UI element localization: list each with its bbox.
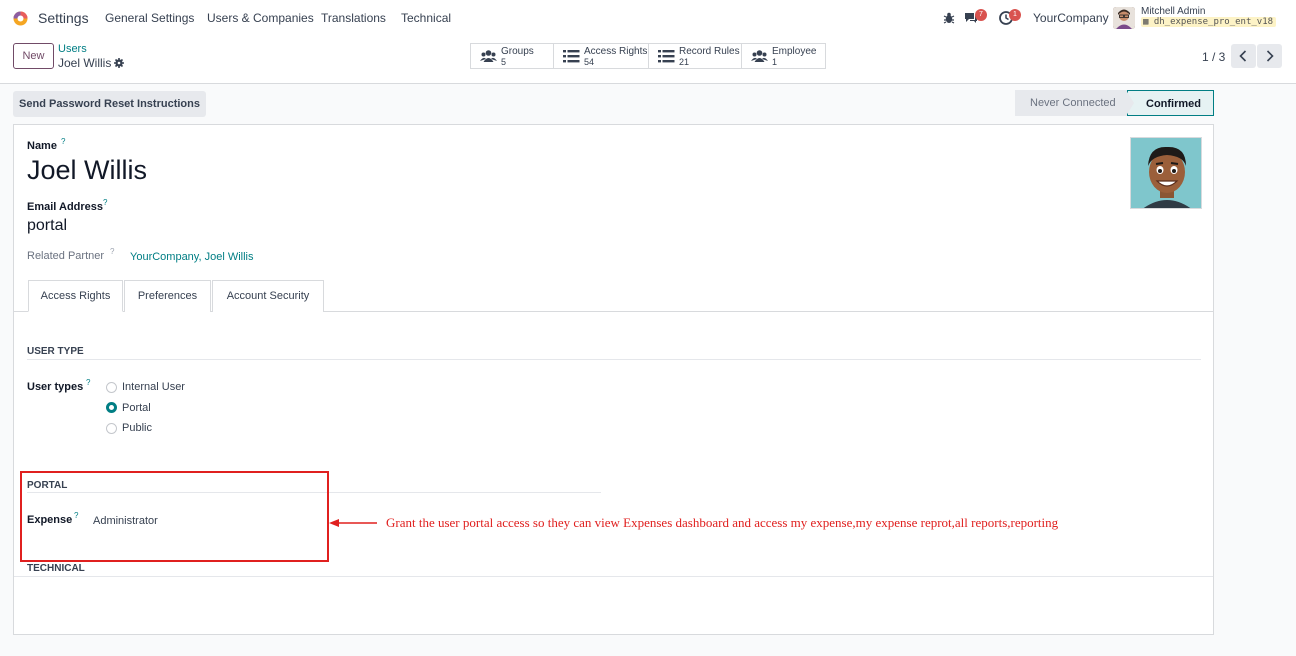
radio-internal-user[interactable] — [106, 382, 117, 393]
smart-button-groups[interactable]: Groups 5 — [470, 43, 554, 69]
breadcrumb-current: Joel Willis — [58, 56, 112, 70]
activities-badge: 1 — [1009, 9, 1021, 21]
user-avatar-icon — [1113, 7, 1135, 29]
annotation-arrow-icon — [329, 519, 377, 527]
app-logo-icon[interactable] — [12, 10, 29, 27]
smart-button-label: Employee — [772, 46, 817, 57]
smart-button-count: 5 — [501, 57, 507, 67]
smart-button-label: Groups — [501, 46, 534, 57]
user-type-section-divider — [27, 359, 1201, 360]
bug-icon[interactable] — [941, 10, 957, 26]
smart-button-count: 54 — [584, 57, 595, 67]
user-types-label: User types — [27, 381, 84, 393]
user-photo-avatar-icon — [1131, 138, 1201, 208]
menu-users-companies[interactable]: Users & Companies — [207, 11, 314, 25]
tab-preferences[interactable]: Preferences — [124, 280, 211, 312]
menu-technical[interactable]: Technical — [401, 11, 451, 25]
gear-icon[interactable] — [114, 58, 124, 68]
email-field[interactable]: portal — [27, 217, 67, 235]
smart-button-label: Record Rules — [679, 46, 740, 57]
chevron-left-icon — [1239, 50, 1247, 62]
app-title[interactable]: Settings — [38, 10, 89, 26]
user-types-help-icon[interactable]: ? — [86, 378, 90, 387]
top-navbar: Settings General Settings Users & Compan… — [0, 0, 1296, 36]
database-icon: ▦ — [1143, 17, 1149, 27]
messages-badge: 7 — [975, 9, 987, 21]
pager-value[interactable]: 1 / 3 — [1202, 50, 1225, 64]
users-icon — [751, 50, 768, 62]
user-avatar[interactable] — [1113, 7, 1135, 29]
smart-button-count: 21 — [679, 57, 690, 67]
radio-internal-user-label[interactable]: Internal User — [122, 381, 185, 393]
list-icon — [563, 50, 580, 63]
list-icon — [658, 50, 675, 63]
chevron-right-icon — [1266, 50, 1274, 62]
users-icon — [480, 50, 497, 62]
user-photo[interactable] — [1130, 137, 1202, 209]
email-label: Email Address — [27, 201, 104, 213]
pager-previous-button[interactable] — [1231, 44, 1256, 68]
related-partner-help-icon[interactable]: ? — [110, 247, 114, 256]
name-help-icon[interactable]: ? — [61, 137, 65, 146]
annotation-text: Grant the user portal access so they can… — [386, 515, 1059, 530]
technical-section-title: TECHNICAL — [27, 563, 85, 574]
related-partner-link[interactable]: YourCompany, Joel Willis — [130, 251, 254, 263]
radio-portal[interactable] — [106, 402, 117, 413]
breadcrumb-users[interactable]: Users — [58, 43, 87, 55]
new-button[interactable]: New — [13, 43, 54, 69]
radio-public[interactable] — [106, 423, 117, 434]
name-label: Name — [27, 140, 57, 152]
smart-button-record-rules[interactable]: Record Rules 21 — [648, 43, 742, 69]
send-password-reset-button[interactable]: Send Password Reset Instructions — [13, 91, 206, 117]
radio-portal-label[interactable]: Portal — [122, 402, 151, 414]
annotation-highlight-box — [20, 471, 329, 562]
email-help-icon[interactable]: ? — [103, 198, 107, 207]
radio-public-label[interactable]: Public — [122, 422, 152, 434]
technical-section-divider — [14, 576, 1213, 577]
company-switcher[interactable]: YourCompany — [1033, 11, 1109, 25]
name-field[interactable]: Joel Willis — [27, 155, 147, 186]
smart-button-access-rights[interactable]: Access Rights 54 — [553, 43, 649, 69]
status-arrow-divider — [1126, 90, 1134, 116]
tab-account-security[interactable]: Account Security — [212, 280, 324, 312]
menu-translations[interactable]: Translations — [321, 11, 386, 25]
status-confirmed[interactable]: Confirmed — [1127, 90, 1214, 116]
smart-button-employee[interactable]: Employee 1 — [741, 43, 826, 69]
smart-button-label: Access Rights — [584, 46, 648, 57]
status-never-connected[interactable]: Never Connected — [1015, 90, 1134, 116]
pager-next-button[interactable] — [1257, 44, 1282, 68]
related-partner-label: Related Partner — [27, 250, 105, 262]
control-panel: New Users Joel Willis Groups 5 Access Ri… — [0, 36, 1296, 84]
tab-access-rights[interactable]: Access Rights — [28, 280, 123, 312]
menu-general-settings[interactable]: General Settings — [105, 11, 194, 25]
database-name-text: dh_expense_pro_ent_v18 — [1153, 17, 1274, 27]
smart-button-count: 1 — [772, 57, 778, 67]
user-type-section-title: USER TYPE — [27, 346, 84, 357]
database-name: ▦ dh_expense_pro_ent_v18 — [1141, 17, 1277, 27]
user-name[interactable]: Mitchell Admin — [1141, 6, 1205, 17]
